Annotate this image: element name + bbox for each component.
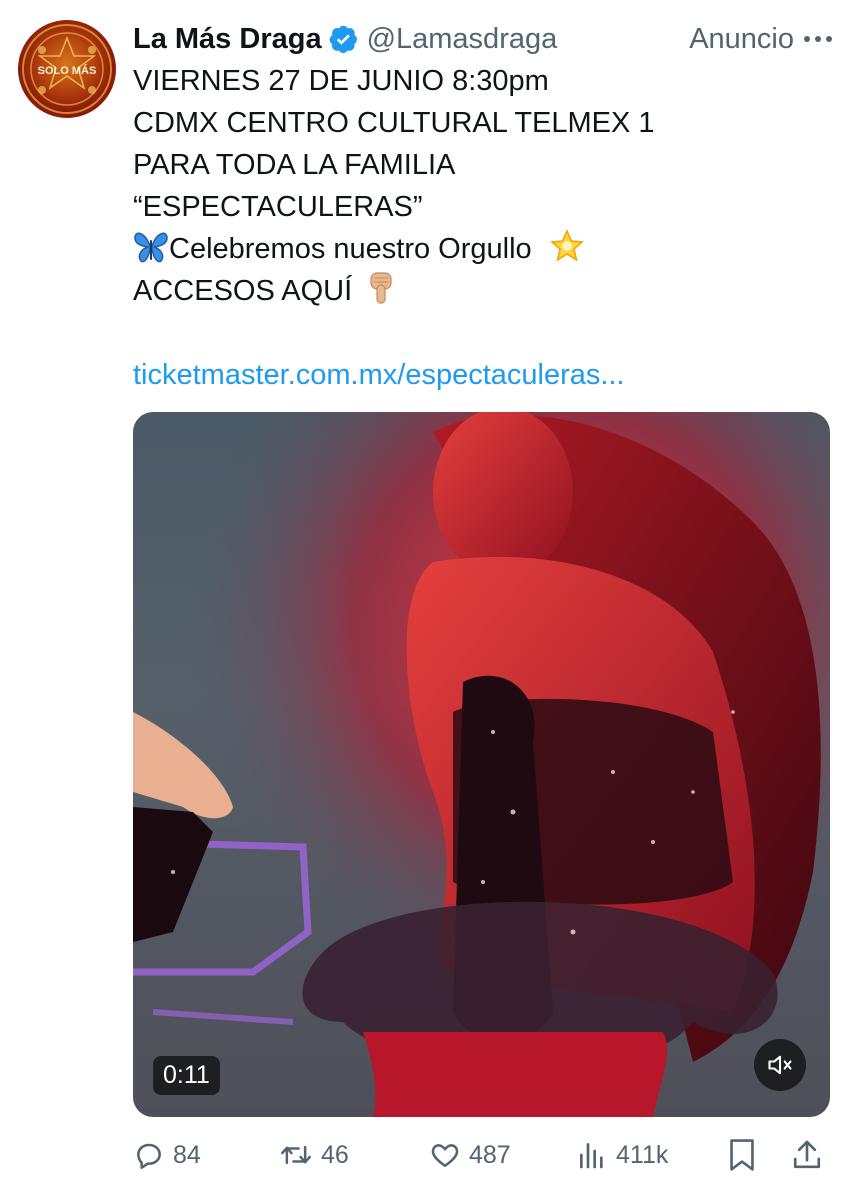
tweet-line-text: Celebremos nuestro Orgullo [169,233,532,265]
bookmark-button[interactable] [727,1132,757,1178]
mute-button[interactable] [754,1039,806,1091]
views-button[interactable]: 411k [576,1132,668,1178]
share-button[interactable] [791,1132,823,1178]
like-button[interactable]: 487 [429,1132,511,1178]
tweet-text: VIERNES 27 DE JUNIO 8:30pm CDMX CENTRO C… [133,60,833,396]
glowing-star-emoji [549,229,584,262]
more-options-icon[interactable] [804,36,832,42]
retweet-icon [281,1145,311,1165]
backhand-index-pointing-down-emoji [370,272,392,304]
tweet-line: PARA TODA LA FAMILIA [133,149,456,181]
like-count: 487 [469,1140,511,1169]
tweet-line-access: ACCESOS AQUÍ [133,270,833,312]
tweet-card[interactable]: SOLO MÁS La Más Draga @Lamasdraga Anunci… [0,0,850,1200]
heart-icon [431,1144,459,1167]
reply-button[interactable]: 84 [133,1132,201,1178]
tweet-line: VIERNES 27 DE JUNIO 8:30pm [133,65,549,97]
tweet-header: La Más Draga @Lamasdraga Anuncio [133,18,832,60]
video-duration: 0:11 [153,1056,220,1095]
reply-count: 84 [173,1140,201,1169]
share-icon [793,1140,821,1169]
tweet-line: CDMX CENTRO CULTURAL TELMEX 1 [133,107,655,139]
tweet-line-text: ACCESOS AQUÍ [133,275,353,307]
verified-badge-icon [329,25,357,54]
views-chart-icon [580,1143,603,1169]
tweet-line: “ESPECTACULERAS” [133,191,423,223]
retweet-count: 46 [321,1140,349,1169]
avatar-logo-text: SOLO MÁS [38,64,97,77]
ad-label: Anuncio [689,22,794,55]
action-bar: 84 46 487 411k [133,1132,830,1178]
views-count: 411k [616,1140,669,1169]
retweet-button[interactable]: 46 [279,1132,349,1178]
author-display-name[interactable]: La Más Draga [133,23,322,56]
bookmark-icon [730,1139,754,1171]
speaker-muted-icon [768,1055,792,1075]
video-frame [133,412,830,1117]
tweet-line-celebration: Celebremos nuestro Orgullo [133,228,833,270]
reply-icon [137,1143,161,1169]
video-player[interactable]: 0:11 [133,412,830,1117]
ticket-link[interactable]: ticketmaster.com.mx/espectaculeras... [133,354,833,396]
avatar[interactable]: SOLO MÁS [18,20,116,118]
la-mas-draga-logo-icon: SOLO MÁS [22,24,112,114]
butterfly-emoji [134,232,168,263]
author-handle[interactable]: @Lamasdraga [367,23,558,56]
